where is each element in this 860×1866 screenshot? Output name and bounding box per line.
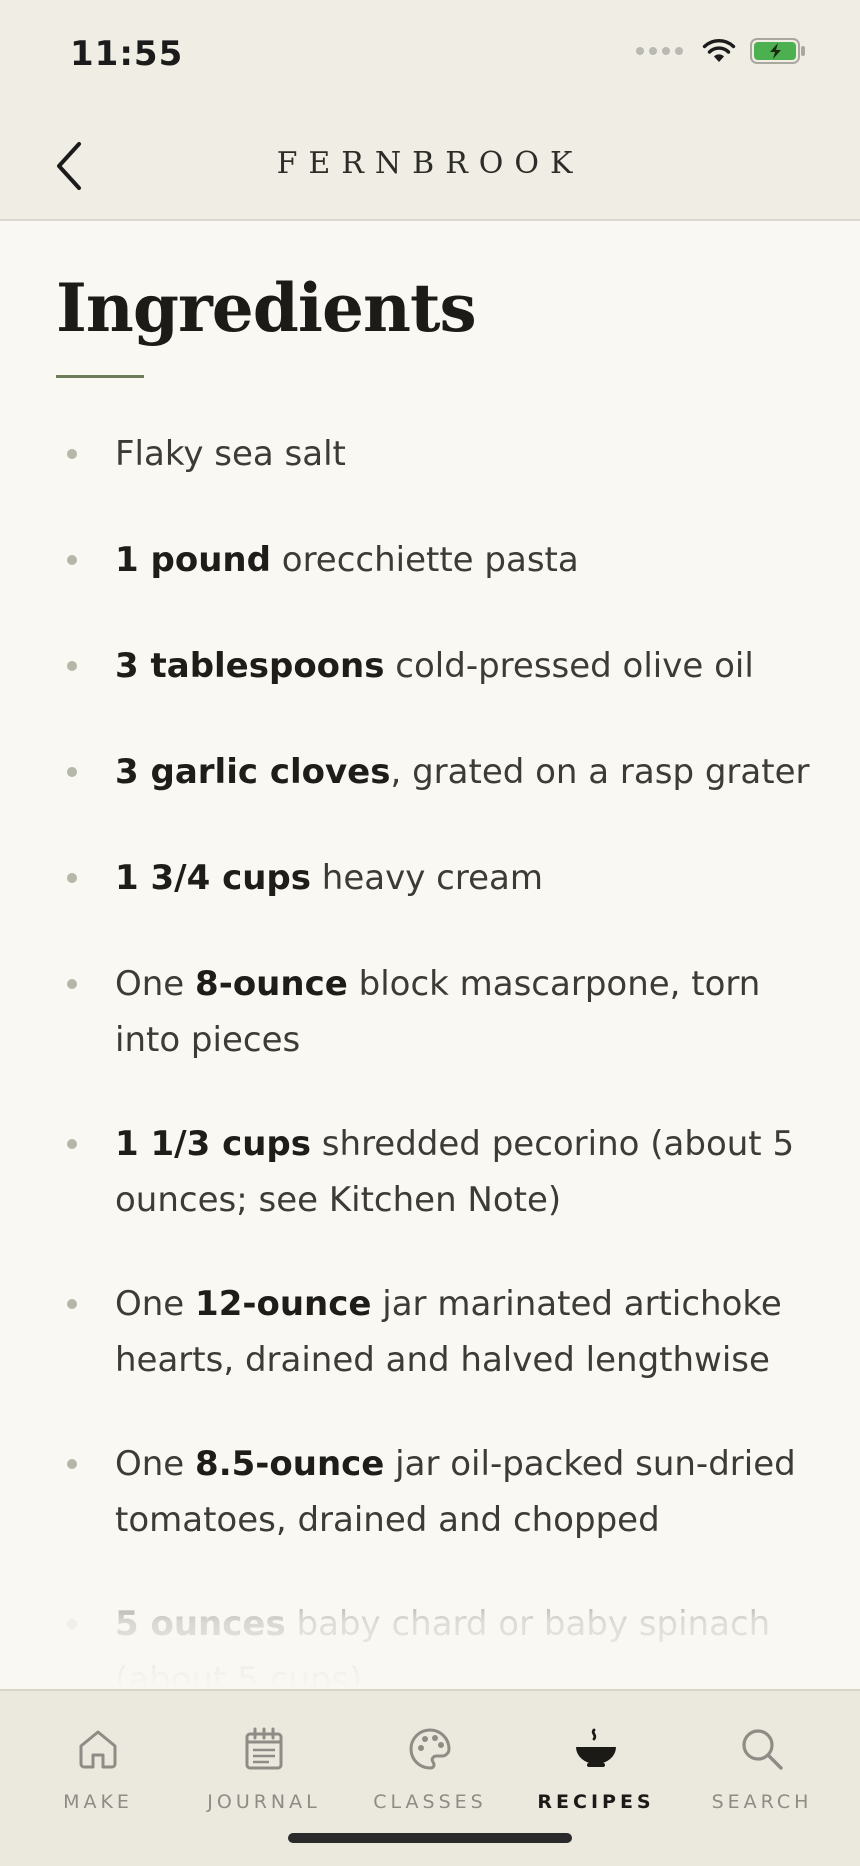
bowl-icon	[576, 1728, 616, 1767]
ingredient-list: Flaky sea salt 1 pound orecchiette pasta…	[0, 426, 860, 1689]
ingredient-item: Flaky sea salt	[0, 426, 860, 482]
search-icon	[742, 1729, 783, 1770]
ingredient-item: 1 pound orecchiette pasta	[0, 532, 860, 588]
title-underline	[56, 375, 144, 378]
palette-icon	[409, 1728, 451, 1770]
tab-search[interactable]: SEARCH	[679, 1723, 845, 1813]
bullet	[67, 1139, 77, 1149]
ingredient-item: One 12-ounce jar marinated artichoke hea…	[0, 1276, 860, 1388]
navigation-bar: FERNBROOK	[0, 108, 860, 221]
status-time: 11:55	[70, 34, 184, 74]
ingredient-item: One 8-ounce block mascarpone, torn into …	[0, 956, 860, 1068]
tab-journal[interactable]: JOURNAL	[181, 1723, 347, 1813]
status-bar: 11:55	[0, 0, 860, 108]
ingredient-item: 3 garlic cloves, grated on a rasp grater	[0, 744, 860, 800]
tab-classes[interactable]: CLASSES	[347, 1723, 513, 1813]
status-icons	[636, 38, 806, 64]
bullet	[67, 1619, 77, 1629]
recipe-content[interactable]: Ingredients Flaky sea salt 1 pound orecc…	[0, 221, 860, 1689]
bullet	[67, 767, 77, 777]
cellular-signal-icon	[636, 47, 688, 55]
ingredient-item: 3 tablespoons cold-pressed olive oil	[0, 638, 860, 694]
bullet	[67, 661, 77, 671]
bullet	[67, 1459, 77, 1469]
calendar-icon	[245, 1727, 283, 1770]
tab-recipes[interactable]: RECIPES	[513, 1723, 679, 1813]
bullet	[67, 1299, 77, 1309]
ingredient-item: 5 ounces baby chard or baby spinach (abo…	[0, 1596, 860, 1689]
page-title: Ingredients	[56, 269, 477, 347]
brand-logo: FERNBROOK	[276, 146, 584, 181]
bullet	[67, 555, 77, 565]
home-icon	[79, 1730, 117, 1769]
bullet	[67, 979, 77, 989]
wifi-icon	[702, 39, 736, 62]
ingredient-item: 1 3/4 cups heavy cream	[0, 850, 860, 906]
ingredient-item: 1 1/3 cups shredded pecorino (about 5 ou…	[0, 1116, 860, 1228]
home-indicator[interactable]	[288, 1833, 572, 1843]
ingredient-item: One 8.5-ounce jar oil-packed sun-dried t…	[0, 1436, 860, 1548]
bullet	[67, 449, 77, 459]
tab-make[interactable]: MAKE	[15, 1723, 181, 1813]
bullet	[67, 873, 77, 883]
battery-charging-icon	[750, 38, 805, 64]
